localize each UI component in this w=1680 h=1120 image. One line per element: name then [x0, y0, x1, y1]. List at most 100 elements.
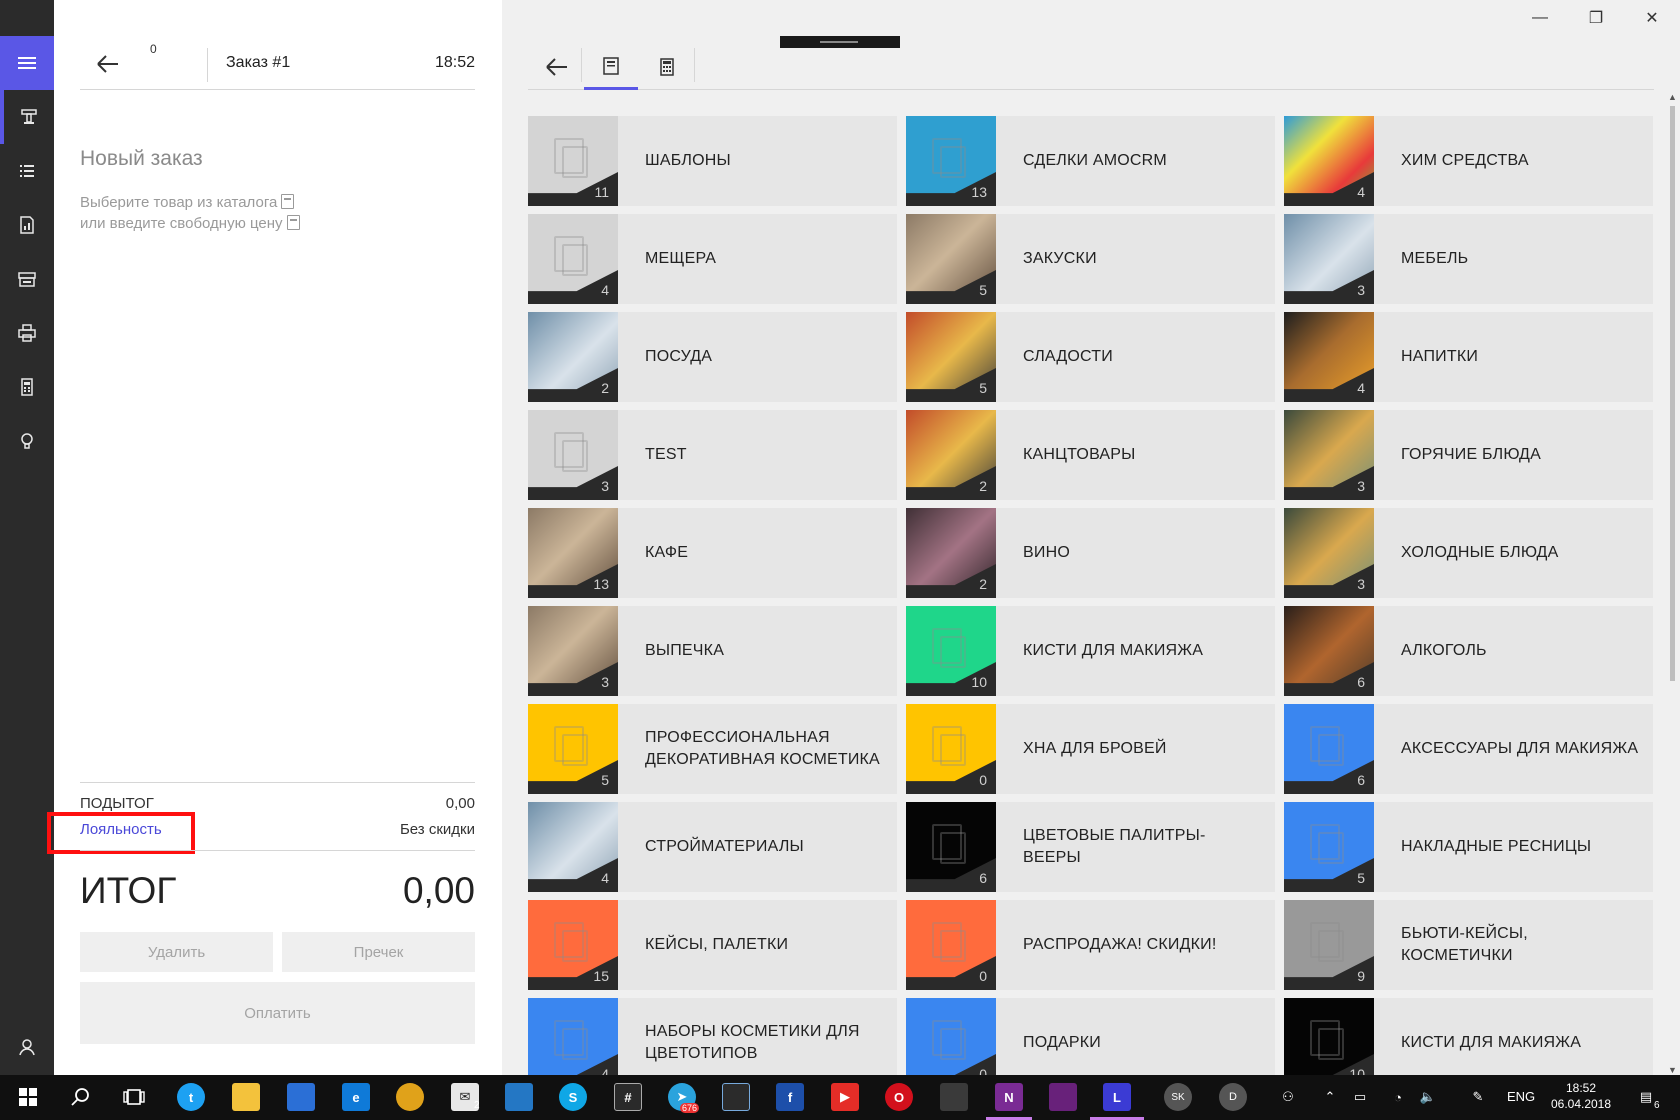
category-tile[interactable]: 5 НАКЛАДНЫЕ РЕСНИЦЫ — [1284, 802, 1653, 892]
volume-icon[interactable]: 🔈 — [1414, 1083, 1442, 1111]
youtube-app-icon[interactable]: ▶ — [831, 1083, 859, 1111]
active-app-icon[interactable]: L — [1103, 1083, 1131, 1111]
category-tile[interactable]: 13 КАФЕ — [528, 508, 897, 598]
category-item-count: 10 — [971, 674, 987, 690]
category-tile[interactable]: 2 ВИНО — [906, 508, 1275, 598]
tab-catalog[interactable] — [584, 44, 638, 90]
report-icon[interactable] — [0, 198, 54, 252]
category-name: КЕЙСЫ, ПАЛЕТКИ — [645, 936, 789, 953]
category-thumbnail: 3 — [1284, 214, 1374, 304]
restore-button[interactable]: ❐ — [1568, 0, 1624, 36]
category-tile[interactable]: 2 КАНЦТОВАРЫ — [906, 410, 1275, 500]
category-tile[interactable]: 3 МЕБЕЛЬ — [1284, 214, 1653, 304]
flipboard-app-icon[interactable]: f — [776, 1083, 804, 1111]
catalog-back-arrow-icon[interactable] — [544, 56, 570, 78]
category-tile[interactable]: 2 ПОСУДА — [528, 312, 897, 402]
close-button[interactable]: ✕ — [1624, 0, 1680, 36]
category-tile[interactable]: 3 TEST — [528, 410, 897, 500]
file-explorer-icon[interactable] — [232, 1083, 260, 1111]
scroll-down-icon[interactable]: ▼ — [1668, 1065, 1677, 1075]
category-name: СДЕЛКИ AMOCRM — [1023, 152, 1167, 169]
scroll-up-icon[interactable]: ▲ — [1668, 92, 1677, 102]
category-tile[interactable]: 5 ПРОФЕССИОНАЛЬНАЯ ДЕКОРАТИВНАЯ КОСМЕТИКА — [528, 704, 897, 794]
category-name: TEST — [645, 446, 687, 463]
back-arrow-icon[interactable] — [94, 52, 122, 76]
placeholder-document-icon — [1310, 726, 1344, 766]
delete-button[interactable]: Удалить — [80, 932, 273, 972]
hamburger-menu-icon[interactable] — [0, 36, 54, 90]
category-name: ХИМ СРЕДСТВА — [1401, 152, 1529, 169]
opera-browser-icon[interactable]: O — [885, 1083, 913, 1111]
user-avatar-sk[interactable]: SK — [1164, 1083, 1192, 1111]
category-tile[interactable]: 3 ГОРЯЧИЕ БЛЮДА — [1284, 410, 1653, 500]
order-header: 0 Заказ #1 18:52 — [80, 40, 475, 90]
category-tile[interactable]: 4 СТРОЙМАТЕРИАЛЫ — [528, 802, 897, 892]
category-tile[interactable]: 6 АКСЕССУАРЫ ДЛЯ МАКИЯЖА — [1284, 704, 1653, 794]
category-tile[interactable]: 15 КЕЙСЫ, ПАЛЕТКИ — [528, 900, 897, 990]
visual-studio-code-icon[interactable] — [505, 1083, 533, 1111]
minimize-button[interactable]: — — [1512, 0, 1568, 36]
cash-register-icon[interactable] — [0, 360, 54, 414]
tab-calculator[interactable] — [640, 44, 694, 90]
placeholder-document-icon — [932, 628, 966, 668]
category-tile[interactable]: 0 ПОДАРКИ — [906, 998, 1275, 1075]
people-icon[interactable]: ⚇ — [1274, 1083, 1302, 1111]
onenote-app-icon[interactable]: N — [995, 1083, 1023, 1111]
list-icon[interactable] — [0, 144, 54, 198]
pay-button[interactable]: Оплатить — [80, 982, 475, 1044]
category-tile[interactable]: 9 БЬЮТИ-КЕЙСЫ, КОСМЕТИЧКИ — [1284, 900, 1653, 990]
slack-app-icon[interactable]: # — [614, 1083, 642, 1111]
category-tile[interactable]: 11 ШАБЛОНЫ — [528, 116, 897, 206]
task-view-icon[interactable] — [120, 1083, 148, 1111]
category-tile[interactable]: 4 МЕЩЕРА — [528, 214, 897, 304]
category-tile[interactable]: 0 РАСПРОДАЖА! СКИДКИ! — [906, 900, 1275, 990]
category-tile[interactable]: 5 ЗАКУСКИ — [906, 214, 1275, 304]
printer-icon[interactable] — [0, 306, 54, 360]
category-tile[interactable]: 13 СДЕЛКИ AMOCRM — [906, 116, 1275, 206]
user-icon[interactable] — [0, 1020, 54, 1074]
pen-icon[interactable]: ✎ — [1464, 1083, 1492, 1111]
windows-start-icon[interactable] — [14, 1083, 42, 1111]
battery-icon[interactable]: ▭ — [1346, 1083, 1374, 1111]
category-name: ХОЛОДНЫЕ БЛЮДА — [1401, 544, 1559, 561]
chrome-browser-icon[interactable] — [396, 1083, 424, 1111]
chevron-up-icon[interactable]: ⌃ — [1316, 1083, 1344, 1111]
category-tile[interactable]: 4 НАБОРЫ КОСМЕТИКИ ДЛЯ ЦВЕТОТИПОВ — [528, 998, 897, 1075]
wifi-icon[interactable]: ◔ — [1384, 1083, 1412, 1111]
category-tile[interactable]: 10 КИСТИ ДЛЯ МАКИЯЖА — [1284, 998, 1653, 1075]
skype-app-icon[interactable]: S — [559, 1083, 587, 1111]
git-tool-icon[interactable] — [940, 1083, 968, 1111]
store-app-icon[interactable] — [287, 1083, 315, 1111]
category-tile[interactable]: 5 СЛАДОСТИ — [906, 312, 1275, 402]
category-tile[interactable]: 6 ЦВЕТОВЫЕ ПАЛИТРЫ-ВЕЕРЫ — [906, 802, 1275, 892]
clock-time[interactable]: 18:52 — [1551, 1080, 1611, 1097]
twitter-app-icon[interactable]: t — [177, 1083, 205, 1111]
store-icon[interactable] — [0, 252, 54, 306]
category-tile[interactable]: 4 НАПИТКИ — [1284, 312, 1653, 402]
catalog-toolbar — [528, 44, 1654, 90]
category-tile[interactable]: 0 ХНА ДЛЯ БРОВЕЙ — [906, 704, 1275, 794]
category-tile[interactable]: 4 ХИМ СРЕДСТВА — [1284, 116, 1653, 206]
category-item-count: 3 — [1357, 478, 1365, 494]
clock-date[interactable]: 06.04.2018 — [1545, 1097, 1617, 1111]
tool-app-icon[interactable] — [722, 1083, 750, 1111]
category-item-count: 4 — [601, 1066, 609, 1075]
order-title[interactable]: Заказ #1 — [226, 54, 290, 72]
category-item-count: 6 — [1357, 772, 1365, 788]
precheck-button[interactable]: Пречек — [282, 932, 475, 972]
category-tile[interactable]: 3 ВЫПЕЧКА — [528, 606, 897, 696]
category-tile[interactable]: 6 АЛКОГОЛЬ — [1284, 606, 1653, 696]
category-tile[interactable]: 10 КИСТИ ДЛЯ МАКИЯЖА — [906, 606, 1275, 696]
category-tile[interactable]: 3 ХОЛОДНЫЕ БЛЮДА — [1284, 508, 1653, 598]
edge-browser-icon[interactable]: e — [342, 1083, 370, 1111]
category-thumbnail: 5 — [528, 704, 618, 794]
scrollbar[interactable]: ▲ ▼ — [1666, 92, 1678, 1075]
category-thumbnail: 4 — [528, 802, 618, 892]
visual-studio-icon[interactable] — [1049, 1083, 1077, 1111]
user-avatar-d[interactable]: D — [1219, 1083, 1247, 1111]
search-icon[interactable] — [66, 1083, 94, 1111]
language-indicator[interactable]: ENG — [1507, 1089, 1535, 1104]
pos-terminal-icon[interactable] — [0, 90, 54, 144]
scroll-thumb[interactable] — [1670, 106, 1675, 681]
lightbulb-icon[interactable] — [0, 414, 54, 468]
